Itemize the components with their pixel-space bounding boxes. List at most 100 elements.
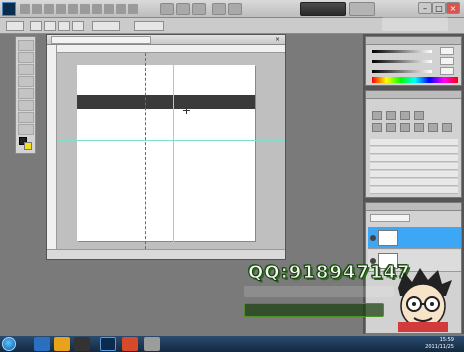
hue-saturation-icon[interactable]	[386, 123, 396, 132]
close-icon[interactable]: ×	[446, 2, 460, 14]
style-select[interactable]	[134, 21, 164, 31]
live-button[interactable]	[349, 2, 375, 16]
marquee-tool-icon[interactable]	[18, 52, 34, 63]
menu-item-2[interactable]	[32, 4, 42, 14]
video-watermark: QQ:918947147	[240, 262, 462, 336]
taskbar-recorder-icon[interactable]	[122, 337, 138, 351]
live-label	[350, 5, 374, 13]
taskbar-photoshop-icon[interactable]	[100, 337, 116, 351]
horizontal-ruler[interactable]	[57, 45, 285, 53]
taskbar-app-icon[interactable]	[34, 337, 50, 351]
document-window: ×	[46, 34, 286, 260]
subtract-selection-icon[interactable]	[58, 21, 70, 31]
taskbar-media-icon[interactable]	[74, 337, 90, 351]
background-color-swatch[interactable]	[24, 142, 32, 150]
crosshair-cursor-icon	[183, 107, 190, 114]
layer-row-selected[interactable]	[368, 227, 461, 249]
black-white-icon[interactable]	[414, 123, 424, 132]
layers-panel-tabs[interactable]	[366, 203, 461, 211]
slider-value[interactable]	[440, 57, 454, 65]
eyedropper-tool-icon[interactable]	[18, 100, 34, 111]
watermark-qq-number: QQ:918947147	[248, 262, 411, 284]
preset-item[interactable]	[370, 171, 458, 178]
color-balance-icon[interactable]	[400, 123, 410, 132]
lasso-tool-icon[interactable]	[18, 64, 34, 75]
dashed-vertical-guide[interactable]	[145, 53, 146, 249]
document-tab[interactable]	[51, 36, 151, 44]
opacity-control[interactable]	[414, 214, 458, 222]
slider-track	[372, 60, 432, 63]
menu-item-8[interactable]	[104, 4, 114, 14]
taskbar-app-icon[interactable]	[144, 337, 160, 351]
launch-bridge-button[interactable]	[160, 3, 174, 15]
quick-select-tool-icon[interactable]	[18, 76, 34, 87]
feather-field[interactable]	[92, 21, 120, 31]
brightness-contrast-icon[interactable]	[372, 111, 382, 120]
move-tool-icon[interactable]	[18, 40, 34, 51]
minimize-icon[interactable]: –	[418, 2, 432, 14]
document-status-bar	[47, 249, 285, 259]
view-extras-button[interactable]	[176, 3, 190, 15]
color-panel	[365, 36, 462, 86]
cyan-horizontal-guide[interactable]	[57, 140, 285, 141]
slider-value[interactable]	[440, 47, 454, 55]
tool-preset-picker[interactable]	[6, 21, 24, 31]
clock-date[interactable]: 2011/11/25	[414, 344, 454, 350]
color-spectrum-bar[interactable]	[372, 77, 458, 83]
menu-item-4[interactable]	[56, 4, 66, 14]
color-slider-1[interactable]	[372, 47, 458, 55]
close-document-icon[interactable]: ×	[273, 36, 282, 44]
intersect-selection-icon[interactable]	[72, 21, 84, 31]
windows-taskbar: 15:59 2011/11/25	[0, 336, 464, 352]
levels-icon[interactable]	[386, 111, 396, 120]
menu-item-5[interactable]	[68, 4, 78, 14]
clock-time[interactable]: 15:59	[414, 337, 454, 343]
color-panel-tabs[interactable]	[366, 37, 461, 45]
canvas-document[interactable]	[77, 65, 255, 241]
taskbar-folder-icon[interactable]	[54, 337, 70, 351]
slider-track	[372, 50, 432, 53]
menu-item-1[interactable]	[20, 4, 30, 14]
menu-bar: – □ ×	[0, 0, 464, 18]
preset-item[interactable]	[370, 139, 458, 146]
type-tool-icon[interactable]	[18, 124, 34, 135]
slider-track	[372, 70, 432, 73]
adjustments-panel-tabs[interactable]	[366, 91, 461, 99]
document-title-bar: ×	[47, 35, 285, 45]
vertical-ruler[interactable]	[47, 45, 57, 249]
preset-item[interactable]	[370, 179, 458, 186]
channel-mixer-icon[interactable]	[442, 123, 452, 132]
preset-item[interactable]	[370, 163, 458, 170]
color-slider-3[interactable]	[372, 67, 458, 75]
preset-item[interactable]	[370, 155, 458, 162]
photo-filter-icon[interactable]	[428, 123, 438, 132]
workspace-button[interactable]	[300, 2, 346, 16]
exposure-icon[interactable]	[414, 111, 424, 120]
maximize-icon[interactable]: □	[432, 2, 446, 14]
menu-item-7[interactable]	[92, 4, 102, 14]
toolbox	[15, 36, 36, 154]
menu-item-3[interactable]	[44, 4, 54, 14]
brush-tool-icon[interactable]	[18, 112, 34, 123]
start-button-icon[interactable]	[2, 337, 16, 351]
new-selection-icon[interactable]	[30, 21, 42, 31]
crop-tool-icon[interactable]	[18, 88, 34, 99]
visibility-eye-icon[interactable]	[370, 235, 376, 241]
add-selection-icon[interactable]	[44, 21, 56, 31]
menu-item-6[interactable]	[80, 4, 90, 14]
preset-item[interactable]	[370, 147, 458, 154]
screen-mode-button[interactable]	[228, 3, 242, 15]
slider-value[interactable]	[440, 67, 454, 75]
cyan-vertical-guide[interactable]	[173, 53, 174, 249]
arrange-documents-button[interactable]	[212, 3, 226, 15]
color-slider-2[interactable]	[372, 57, 458, 65]
menu-item-10[interactable]	[128, 4, 138, 14]
curves-icon[interactable]	[400, 111, 410, 120]
preset-item[interactable]	[370, 187, 458, 194]
layer-thumbnail	[378, 230, 398, 246]
canvas-area[interactable]	[57, 53, 285, 249]
menu-item-9[interactable]	[116, 4, 126, 14]
zoom-level-button[interactable]	[192, 3, 206, 15]
blend-mode-select[interactable]	[370, 214, 410, 222]
vibrance-icon[interactable]	[372, 123, 382, 132]
